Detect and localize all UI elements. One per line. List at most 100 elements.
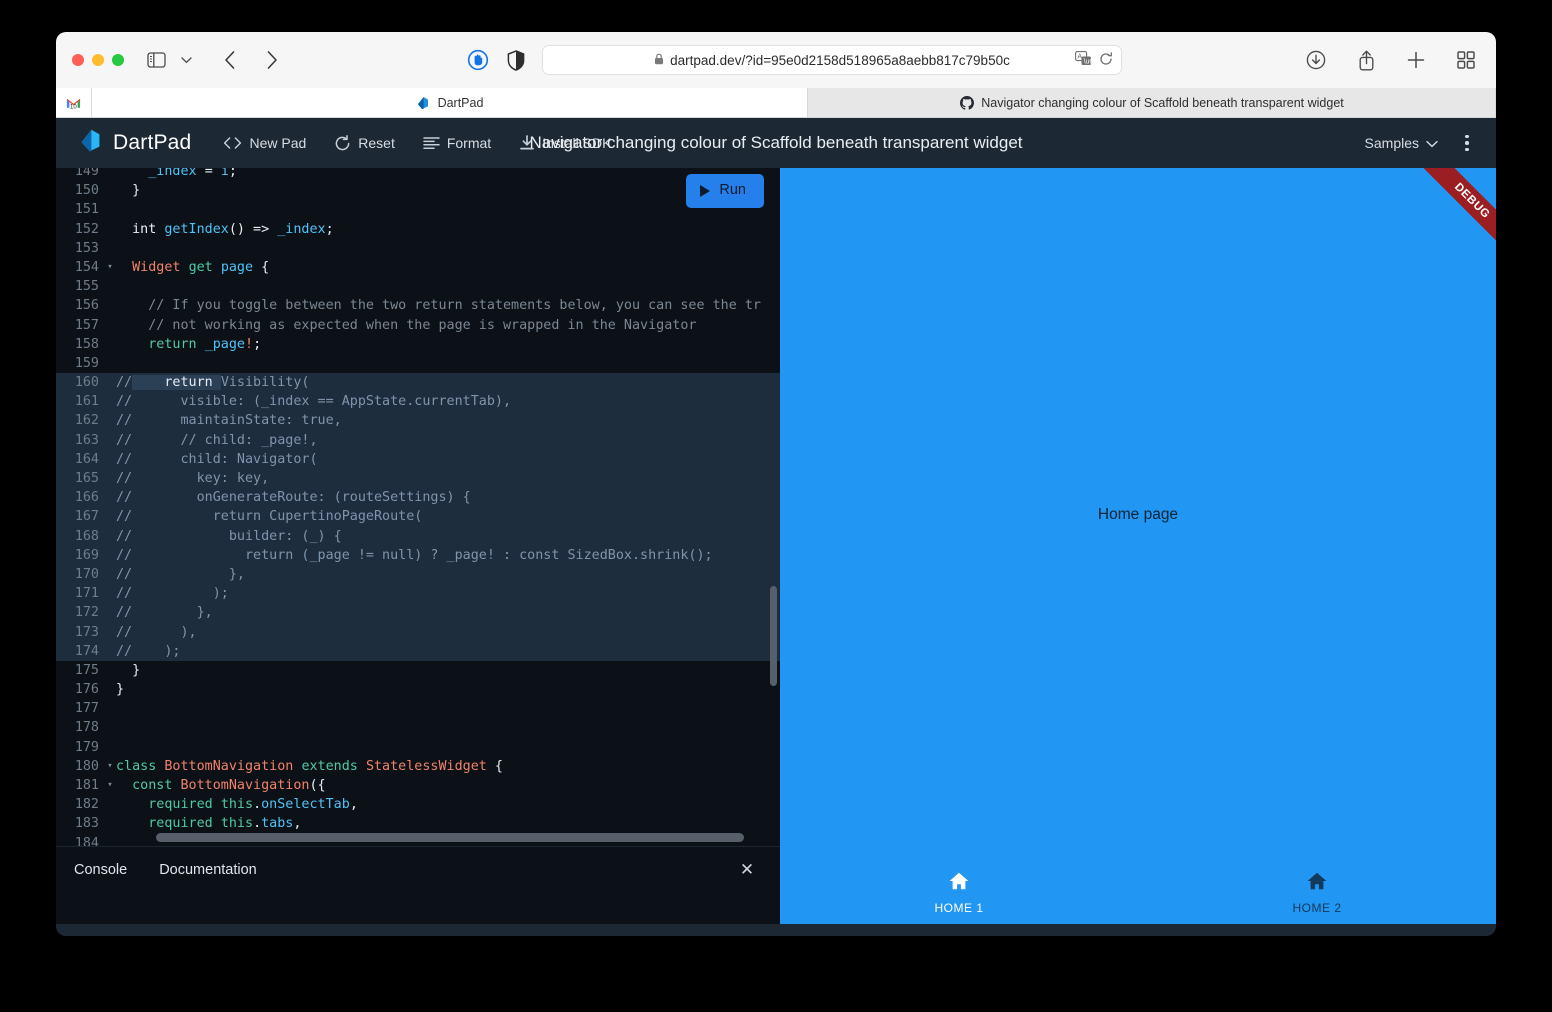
fold-toggle-icon[interactable] <box>104 661 116 680</box>
code-line[interactable]: 174// ); <box>56 642 780 661</box>
fold-toggle-icon[interactable] <box>104 507 116 526</box>
fold-toggle-icon[interactable] <box>104 354 116 373</box>
code-line[interactable]: 165// key: key, <box>56 469 780 488</box>
code-line[interactable]: 170// }, <box>56 565 780 584</box>
fold-toggle-icon[interactable] <box>104 488 116 507</box>
translate-icon[interactable]: A\u6587 <box>1075 51 1092 69</box>
fold-toggle-icon[interactable] <box>104 738 116 757</box>
code-line[interactable]: 183 required this.tabs, <box>56 814 780 833</box>
fold-toggle-icon[interactable] <box>104 392 116 411</box>
shield-icon[interactable] <box>502 46 530 74</box>
nav-item-home-1[interactable]: HOME 1 <box>780 862 1138 924</box>
code-line[interactable]: 182 required this.onSelectTab, <box>56 795 780 814</box>
editor-horizontal-scrollbar[interactable] <box>156 833 744 842</box>
code-line[interactable]: 160// return Visibility( <box>56 373 780 392</box>
fold-toggle-icon[interactable] <box>104 373 116 392</box>
samples-dropdown[interactable]: Samples <box>1357 129 1446 157</box>
fold-toggle-icon[interactable] <box>104 584 116 603</box>
tab-overview-icon[interactable] <box>1452 46 1480 74</box>
fold-toggle-icon[interactable]: ▾ <box>104 776 116 795</box>
fold-toggle-icon[interactable]: ▾ <box>104 757 116 776</box>
code-line[interactable]: 178 <box>56 718 780 737</box>
dartpad-brand[interactable]: DartPad <box>78 128 191 158</box>
reload-icon[interactable] <box>1099 52 1113 69</box>
reset-button[interactable]: Reset <box>322 129 407 158</box>
code-line[interactable]: 159 <box>56 354 780 373</box>
code-line[interactable]: 149 _index = i; <box>56 168 780 181</box>
code-line[interactable]: 179 <box>56 738 780 757</box>
format-button[interactable]: Format <box>411 129 503 157</box>
code-line[interactable]: 168// builder: (_) { <box>56 527 780 546</box>
code-line[interactable]: 158 return _page!; <box>56 335 780 354</box>
browser-tab-gmail[interactable]: 10 <box>56 88 92 117</box>
fold-toggle-icon[interactable]: ▾ <box>104 258 116 277</box>
code-line[interactable]: 155 <box>56 277 780 296</box>
nav-item-home-2[interactable]: HOME 2 <box>1138 862 1496 924</box>
fold-toggle-icon[interactable] <box>104 220 116 239</box>
fold-toggle-icon[interactable] <box>104 335 116 354</box>
code-line[interactable]: 173// ), <box>56 623 780 642</box>
code-line[interactable]: 154▾ Widget get page { <box>56 258 780 277</box>
code-line[interactable]: 181▾ const BottomNavigation({ <box>56 776 780 795</box>
forward-icon[interactable] <box>258 46 286 74</box>
code-line[interactable]: 156 // If you toggle between the two ret… <box>56 296 780 315</box>
fold-toggle-icon[interactable] <box>104 699 116 718</box>
close-window-button[interactable] <box>72 54 84 66</box>
fold-toggle-icon[interactable] <box>104 277 116 296</box>
code-line[interactable]: 162// maintainState: true, <box>56 411 780 430</box>
fold-toggle-icon[interactable] <box>104 527 116 546</box>
browser-tab-dartpad[interactable]: DartPad <box>92 88 808 117</box>
fold-toggle-icon[interactable] <box>104 680 116 699</box>
address-bar[interactable]: dartpad.dev/?id=95e0d2158d518965a8aebb81… <box>542 45 1122 75</box>
downloads-icon[interactable] <box>1302 46 1330 74</box>
install-sdk-button[interactable]: Install SDK <box>507 129 623 157</box>
fold-toggle-icon[interactable] <box>104 239 116 258</box>
tab-console[interactable]: Console <box>74 862 127 878</box>
code-line[interactable]: 164// child: Navigator( <box>56 450 780 469</box>
more-options-button[interactable] <box>1452 128 1482 158</box>
fold-toggle-icon[interactable] <box>104 718 116 737</box>
run-button[interactable]: Run <box>686 174 764 208</box>
minimize-window-button[interactable] <box>92 54 104 66</box>
fold-toggle-icon[interactable] <box>104 450 116 469</box>
fold-toggle-icon[interactable] <box>104 200 116 219</box>
code-line[interactable]: 163// // child: _page!, <box>56 431 780 450</box>
share-icon[interactable] <box>1352 46 1380 74</box>
fold-toggle-icon[interactable] <box>104 411 116 430</box>
fold-toggle-icon[interactable] <box>104 546 116 565</box>
code-line[interactable]: 153 <box>56 239 780 258</box>
code-line[interactable]: 175 } <box>56 661 780 680</box>
fold-toggle-icon[interactable] <box>104 814 116 833</box>
code-line[interactable]: 150 } <box>56 181 780 200</box>
extension-icon[interactable] <box>464 46 492 74</box>
new-tab-icon[interactable] <box>1402 46 1430 74</box>
browser-tab-github-issue[interactable]: Navigator changing colour of Scaffold be… <box>808 88 1496 117</box>
fold-toggle-icon[interactable] <box>104 469 116 488</box>
code-line[interactable]: 166// onGenerateRoute: (routeSettings) { <box>56 488 780 507</box>
close-icon[interactable]: ✕ <box>736 859 758 881</box>
editor-vertical-scrollbar[interactable] <box>770 586 777 686</box>
fold-toggle-icon[interactable] <box>104 181 116 200</box>
code-line[interactable]: 161// visible: (_index == AppState.curre… <box>56 392 780 411</box>
new-pad-button[interactable]: New Pad <box>211 129 318 157</box>
fold-toggle-icon[interactable] <box>104 168 116 181</box>
code-line[interactable]: 169// return (_page != null) ? _page! : … <box>56 546 780 565</box>
code-line[interactable]: 177 <box>56 699 780 718</box>
fold-toggle-icon[interactable] <box>104 642 116 661</box>
code-line[interactable]: 180▾class BottomNavigation extends State… <box>56 757 780 776</box>
fold-toggle-icon[interactable] <box>104 565 116 584</box>
tab-documentation[interactable]: Documentation <box>159 862 257 878</box>
back-icon[interactable] <box>216 46 244 74</box>
maximize-window-button[interactable] <box>112 54 124 66</box>
fold-toggle-icon[interactable] <box>104 834 116 846</box>
fold-toggle-icon[interactable] <box>104 431 116 450</box>
fold-toggle-icon[interactable] <box>104 795 116 814</box>
sidebar-icon[interactable] <box>142 46 170 74</box>
chevron-down-icon[interactable] <box>172 46 200 74</box>
code-line[interactable]: 176} <box>56 680 780 699</box>
code-line[interactable]: 171// ); <box>56 584 780 603</box>
code-line[interactable]: 172// }, <box>56 603 780 622</box>
code-line[interactable]: 157 // not working as expected when the … <box>56 316 780 335</box>
fold-toggle-icon[interactable] <box>104 316 116 335</box>
fold-toggle-icon[interactable] <box>104 296 116 315</box>
